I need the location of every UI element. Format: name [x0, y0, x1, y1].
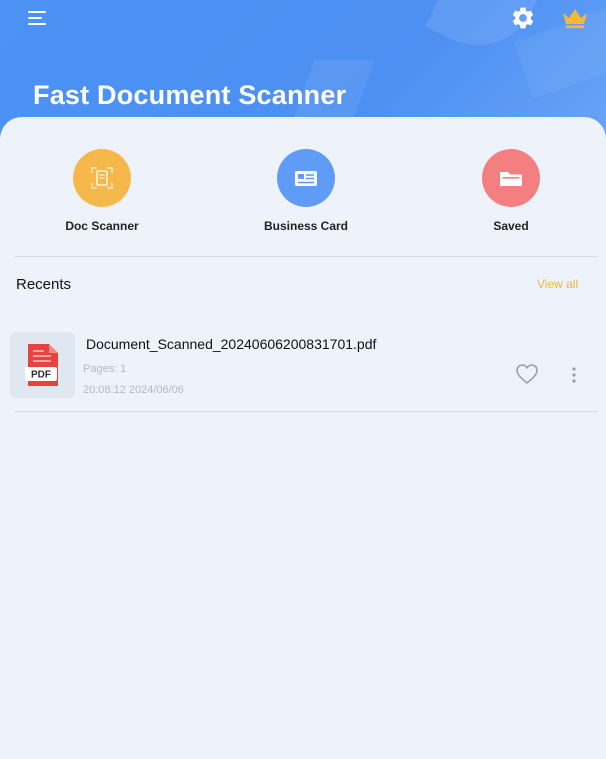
- divider: [15, 256, 597, 257]
- recents-heading: Recents: [16, 276, 72, 293]
- document-name: Document_Scanned_20240606200831701.pdf: [86, 336, 377, 352]
- doc-scanner-label: Doc Scanner: [65, 219, 139, 233]
- folder-icon: [482, 149, 540, 207]
- more-vertical-icon[interactable]: [570, 366, 578, 384]
- app-screen: Fast Document Scanner Doc Scanner Busine…: [0, 0, 606, 759]
- doc-scanner-button[interactable]: Doc Scanner: [12, 149, 192, 233]
- document-date: 20:08:12 2024/06/06: [83, 384, 184, 396]
- hamburger-menu-icon[interactable]: [28, 10, 50, 28]
- saved-button[interactable]: Saved: [421, 149, 601, 233]
- main-content: Doc Scanner Business Card Saved Recents …: [0, 117, 606, 759]
- crown-icon[interactable]: [561, 6, 589, 30]
- saved-label: Saved: [493, 219, 529, 233]
- page-title: Fast Document Scanner: [33, 80, 347, 110]
- document-pages: Pages: 1: [83, 363, 127, 375]
- scan-document-icon: [73, 149, 131, 207]
- business-card-label: Business Card: [263, 219, 349, 233]
- list-item[interactable]: PDF Document_Scanned_20240606200831701.p…: [10, 332, 600, 400]
- view-all-link[interactable]: View all: [537, 277, 578, 291]
- heart-outline-icon[interactable]: [515, 363, 539, 385]
- pdf-thumb-label: PDF: [31, 370, 51, 381]
- business-card-button[interactable]: Business Card: [216, 149, 396, 233]
- divider: [15, 411, 597, 412]
- pdf-file-icon: PDF: [10, 332, 75, 398]
- gear-icon[interactable]: [510, 5, 536, 31]
- id-card-icon: [277, 149, 335, 207]
